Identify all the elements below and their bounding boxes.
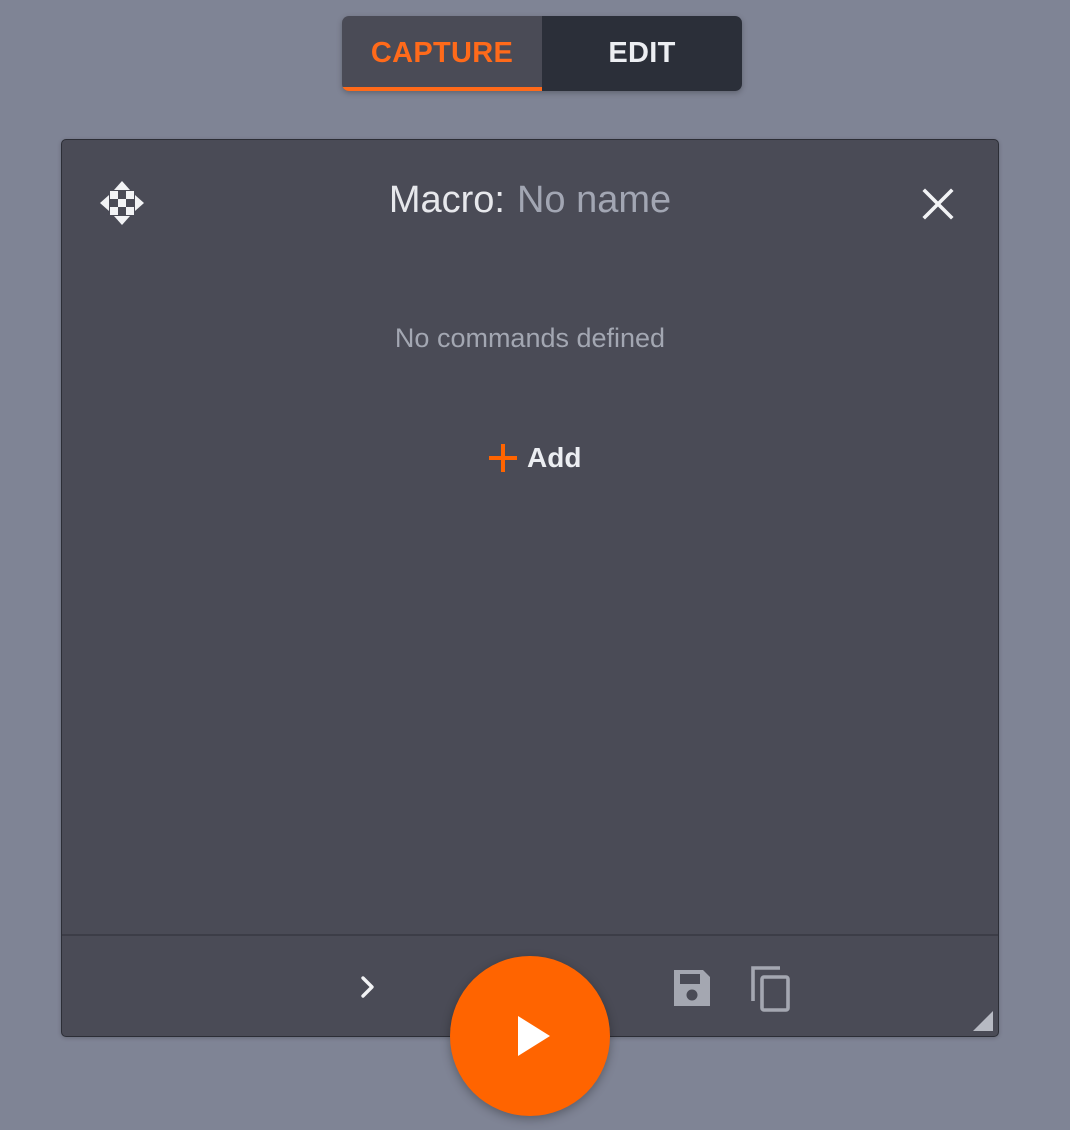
mode-tabs: CAPTURE EDIT (342, 16, 742, 91)
macro-title: Macro: No name (62, 176, 998, 224)
play-button[interactable] (450, 956, 610, 1116)
tab-edit[interactable]: EDIT (542, 16, 742, 91)
macro-panel: Macro: No name No commands defined Add (61, 139, 999, 1037)
macro-title-label: Macro: (388, 179, 505, 221)
empty-commands-message: No commands defined (394, 323, 666, 353)
tab-capture[interactable]: CAPTURE (342, 16, 542, 91)
plus-icon (488, 443, 518, 473)
copy-icon[interactable] (749, 964, 795, 1014)
add-command-button[interactable]: Add (488, 436, 581, 480)
close-icon[interactable] (918, 184, 958, 224)
macro-name-field[interactable]: No name (517, 179, 671, 221)
chevron-right-icon[interactable] (356, 972, 380, 1002)
resize-corner-icon[interactable] (973, 1011, 993, 1031)
save-icon[interactable] (670, 966, 714, 1010)
add-label: Add (527, 442, 582, 473)
play-icon (518, 1016, 550, 1056)
